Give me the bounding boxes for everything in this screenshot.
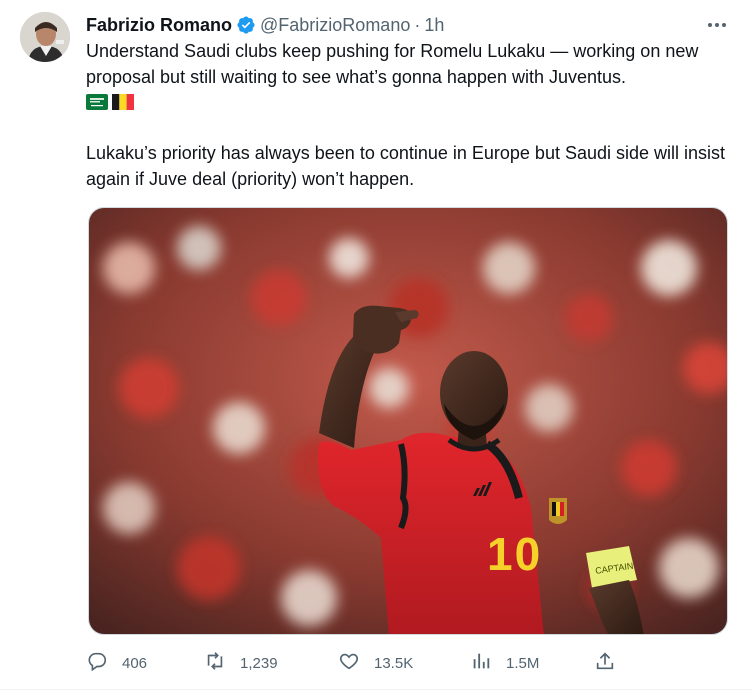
tweet-photo[interactable]: CAPTAIN 10 <box>88 207 728 635</box>
like-button[interactable]: 13.5K <box>338 648 413 678</box>
flag-emojis <box>86 94 730 114</box>
share-button[interactable] <box>594 648 616 678</box>
tweet-card[interactable]: Fabrizio Romano @FabrizioRomano · 1h Und… <box>0 0 752 690</box>
like-count: 13.5K <box>374 654 414 672</box>
lukaku-photo: CAPTAIN <box>89 208 727 634</box>
heart-icon <box>338 650 360 676</box>
avatar-image <box>20 12 70 62</box>
share-icon <box>594 650 616 676</box>
views-icon <box>470 650 492 676</box>
reply-button[interactable]: 406 <box>86 648 147 678</box>
reply-icon <box>86 650 108 676</box>
timestamp[interactable]: 1h <box>424 12 444 38</box>
retweet-icon <box>204 650 226 676</box>
jersey-number: 10 <box>487 528 543 580</box>
retweet-count: 1,239 <box>240 654 278 672</box>
saudi-arabia-flag-icon <box>86 91 108 117</box>
display-name[interactable]: Fabrizio Romano <box>86 12 232 38</box>
tweet-header: Fabrizio Romano @FabrizioRomano · 1h <box>86 12 730 38</box>
user-handle[interactable]: @FabrizioRomano <box>260 12 410 38</box>
views-count: 1.5M <box>506 654 540 672</box>
more-options-icon[interactable] <box>704 14 730 36</box>
avatar[interactable] <box>20 12 70 62</box>
views-button[interactable]: 1.5M <box>470 648 539 678</box>
reply-count: 406 <box>122 654 148 672</box>
tweet-paragraph-1: Understand Saudi clubs keep pushing for … <box>86 41 699 87</box>
separator-dot: · <box>414 15 421 35</box>
tweet-paragraph-2: Lukaku’s priority has always been to con… <box>86 143 726 189</box>
belgium-flag-icon <box>112 91 134 117</box>
tweet-actions: 406 1,239 13.5K 1.5M <box>86 648 626 678</box>
retweet-button[interactable]: 1,239 <box>204 648 278 678</box>
verified-badge-icon <box>236 15 256 35</box>
tweet-text: Understand Saudi clubs keep pushing for … <box>86 38 730 192</box>
tweet-content: Fabrizio Romano @FabrizioRomano · 1h Und… <box>86 12 730 192</box>
